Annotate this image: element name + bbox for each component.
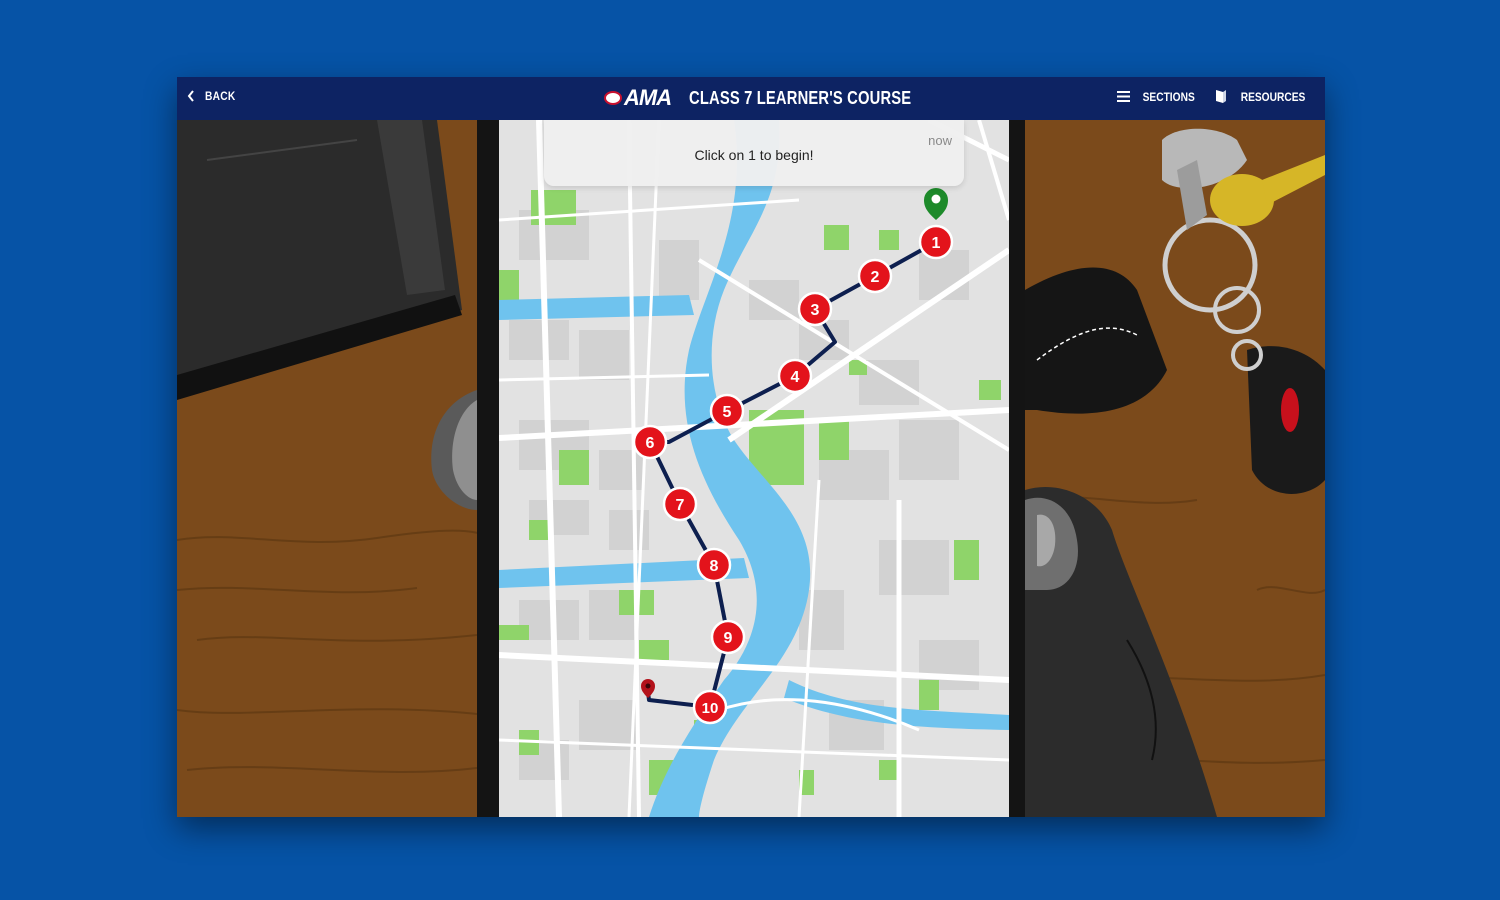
svg-text:1: 1 <box>932 235 941 252</box>
book-icon <box>1215 90 1226 103</box>
logo-text: AMA <box>624 85 672 110</box>
svg-text:2: 2 <box>871 269 880 286</box>
stop-4-marker[interactable]: 4 <box>777 358 813 394</box>
stop-10-marker[interactable]: 10 <box>692 689 728 725</box>
phone-screen: 1 2 3 4 5 6 7 8 9 10 Click on 1 to begin… <box>499 120 1009 817</box>
sections-label: SECTIONS <box>1142 89 1195 104</box>
desk-scene: 1 2 3 4 5 6 7 8 9 10 Click on 1 to begin… <box>177 120 1325 817</box>
notification-time: now <box>928 133 952 148</box>
header-nav: SECTIONS RESOURCES <box>1116 89 1311 104</box>
svg-text:8: 8 <box>710 558 719 575</box>
stop-6-marker[interactable]: 6 <box>632 424 668 460</box>
logo-emblem <box>604 91 622 105</box>
stop-3-marker[interactable]: 3 <box>797 291 833 327</box>
sections-button[interactable]: SECTIONS <box>1116 89 1199 104</box>
back-button[interactable]: BACK <box>187 89 241 103</box>
app-window: BACK AMA CLASS 7 LEARNER'S COURSE SECTIO… <box>177 77 1325 817</box>
top-bar: BACK AMA CLASS 7 LEARNER'S COURSE SECTIO… <box>177 77 1325 120</box>
resources-button[interactable]: RESOURCES <box>1215 89 1311 104</box>
notification-banner: Click on 1 to begin! now <box>544 120 964 186</box>
city-map: 1 2 3 4 5 6 7 8 9 10 <box>499 120 1009 817</box>
svg-text:5: 5 <box>723 404 732 421</box>
back-label: BACK <box>205 89 236 103</box>
notification-message: Click on 1 to begin! <box>694 147 814 163</box>
resources-label: RESOURCES <box>1240 89 1306 104</box>
stop-1-marker[interactable]: 1 <box>918 224 954 260</box>
svg-text:3: 3 <box>811 302 820 319</box>
stop-5-marker[interactable]: 5 <box>709 393 745 429</box>
brand: AMA CLASS 7 LEARNER'S COURSE <box>604 85 960 111</box>
svg-text:7: 7 <box>676 497 685 514</box>
stop-9-marker[interactable]: 9 <box>710 619 746 655</box>
ama-logo: AMA <box>604 85 672 111</box>
chevron-left-icon <box>187 90 194 102</box>
stop-7-marker[interactable]: 7 <box>662 486 698 522</box>
svg-text:9: 9 <box>724 630 733 647</box>
phone: 1 2 3 4 5 6 7 8 9 10 Click on 1 to begin… <box>477 120 1025 817</box>
svg-text:4: 4 <box>791 369 800 386</box>
course-title: CLASS 7 LEARNER'S COURSE <box>689 87 912 108</box>
svg-text:10: 10 <box>702 700 719 717</box>
svg-text:6: 6 <box>646 435 655 452</box>
stop-2-marker[interactable]: 2 <box>857 258 893 294</box>
menu-icon <box>1116 91 1130 102</box>
stop-8-marker[interactable]: 8 <box>696 547 732 583</box>
